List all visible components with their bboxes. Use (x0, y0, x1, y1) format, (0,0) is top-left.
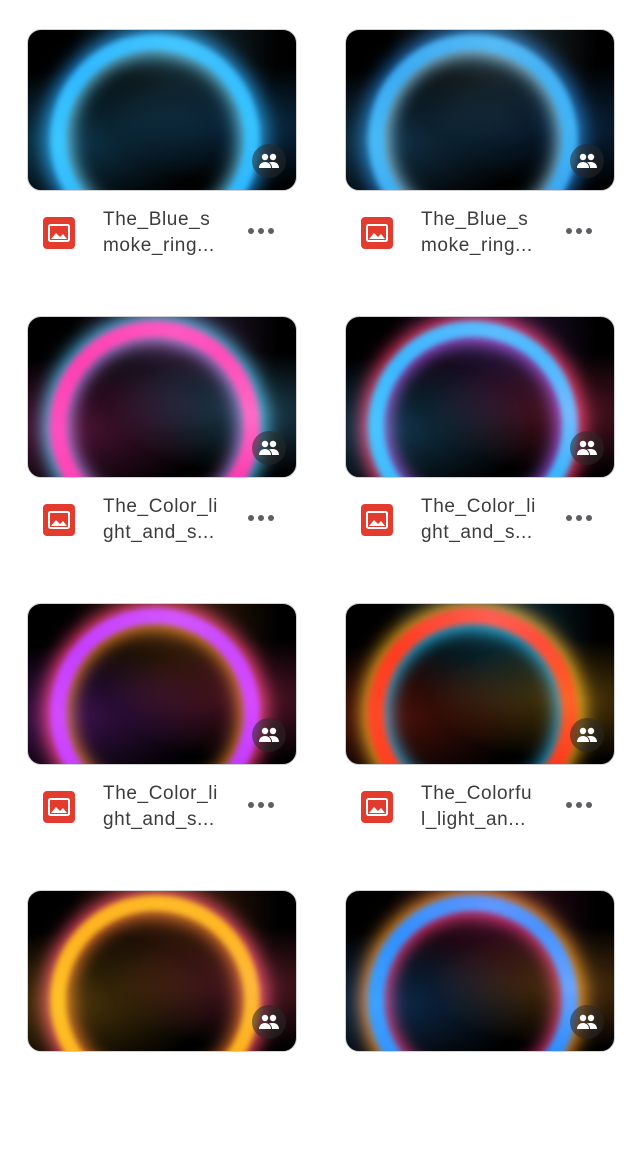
image-icon (43, 217, 75, 249)
file-thumbnail[interactable] (345, 316, 615, 478)
more-horizontal-icon[interactable] (241, 219, 281, 243)
image-icon (43, 504, 75, 536)
file-card[interactable] (345, 890, 615, 1150)
shared-people-icon (570, 431, 604, 465)
image-icon (43, 791, 75, 823)
shared-people-icon (252, 431, 286, 465)
file-thumbnail[interactable] (27, 316, 297, 478)
image-icon (361, 791, 393, 823)
file-name[interactable]: The_Color_li ght_and_s... (103, 494, 233, 546)
file-meta: The_Colorfu l_light_an... (345, 775, 615, 845)
file-name[interactable]: The_Blue_s moke_ring... (103, 207, 233, 259)
file-meta: The_Color_li ght_and_s... (27, 488, 297, 558)
more-horizontal-icon[interactable] (559, 219, 599, 243)
shared-people-icon (570, 1005, 604, 1039)
file-thumbnail[interactable] (345, 29, 615, 191)
file-grid: The_Blue_s moke_ring... The_Blue_s moke_… (0, 0, 640, 1076)
file-meta: The_Color_li ght_and_s... (345, 488, 615, 558)
file-name[interactable]: The_Blue_s moke_ring... (421, 207, 551, 259)
shared-people-icon (570, 144, 604, 178)
file-card[interactable]: The_Colorfu l_light_an... (345, 603, 615, 863)
more-horizontal-icon[interactable] (559, 793, 599, 817)
shared-people-icon (570, 718, 604, 752)
file-meta: The_Blue_s moke_ring... (345, 201, 615, 271)
file-card[interactable]: The_Color_li ght_and_s... (27, 603, 297, 863)
file-card[interactable]: The_Blue_s moke_ring... (345, 29, 615, 289)
file-meta: The_Color_li ght_and_s... (27, 775, 297, 845)
file-card[interactable]: The_Color_li ght_and_s... (27, 316, 297, 576)
image-icon (361, 217, 393, 249)
file-card[interactable]: The_Blue_s moke_ring... (27, 29, 297, 289)
file-thumbnail[interactable] (27, 603, 297, 765)
shared-people-icon (252, 1005, 286, 1039)
file-thumbnail[interactable] (345, 890, 615, 1052)
shared-people-icon (252, 144, 286, 178)
file-name[interactable]: The_Color_li ght_and_s... (103, 781, 233, 833)
file-thumbnail[interactable] (27, 890, 297, 1052)
image-icon (361, 504, 393, 536)
file-thumbnail[interactable] (27, 29, 297, 191)
file-thumbnail[interactable] (345, 603, 615, 765)
more-horizontal-icon[interactable] (241, 506, 281, 530)
file-name[interactable]: The_Colorfu l_light_an... (421, 781, 551, 833)
file-card[interactable] (27, 890, 297, 1150)
more-horizontal-icon[interactable] (559, 506, 599, 530)
file-card[interactable]: The_Color_li ght_and_s... (345, 316, 615, 576)
file-name[interactable]: The_Color_li ght_and_s... (421, 494, 551, 546)
file-meta: The_Blue_s moke_ring... (27, 201, 297, 271)
more-horizontal-icon[interactable] (241, 793, 281, 817)
shared-people-icon (252, 718, 286, 752)
